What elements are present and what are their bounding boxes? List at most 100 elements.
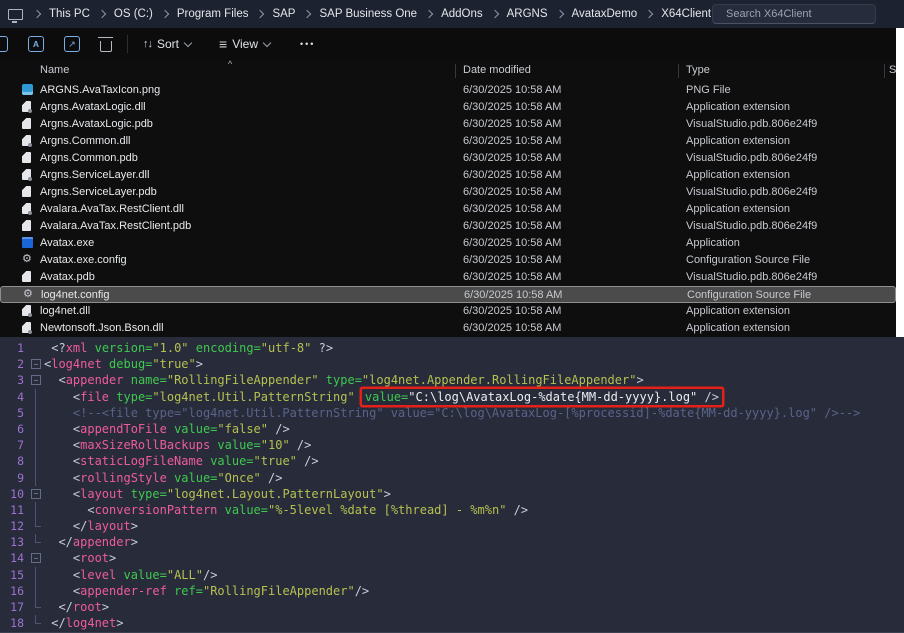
code-token: < (44, 503, 95, 517)
code-text: <log4net debug="true"> (44, 356, 203, 372)
code-token: > (102, 600, 109, 614)
file-date-modified: 6/30/2025 10:58 AM (463, 237, 561, 249)
fold-marker-line (28, 583, 44, 599)
file-row[interactable]: Newtonsoft.Json.Bson.dll6/30/2025 10:58 … (0, 320, 896, 337)
code-line: 17 </root> (0, 599, 904, 615)
breadcrumb-item-x64client[interactable]: X64Client (661, 8, 711, 20)
file-row[interactable]: Avatax.exe6/30/2025 10:58 AMApplication (0, 235, 896, 252)
file-date-modified: 6/30/2025 10:58 AM (463, 203, 561, 215)
column-separator (884, 64, 885, 78)
fold-marker-end (28, 599, 44, 615)
file-type: Configuration Source File (687, 289, 811, 301)
fold-marker-line (28, 421, 44, 437)
breadcrumb-item-avataxdemo[interactable]: AvataxDemo (572, 8, 638, 20)
search-input[interactable] (712, 4, 876, 24)
file-row[interactable]: Argns.ServiceLayer.dll6/30/2025 10:58 AM… (0, 167, 896, 184)
code-text: <level value="ALL"/> (44, 567, 217, 583)
code-token (319, 373, 326, 387)
file-name: Argns.Common.dll (40, 135, 130, 147)
file-name: Argns.ServiceLayer.pdb (40, 186, 157, 198)
rename-button[interactable]: A (21, 31, 51, 57)
code-token: > (131, 519, 138, 533)
code-token: "10" (261, 438, 290, 452)
file-row[interactable]: Argns.AvataxLogic.dll6/30/2025 10:58 AMA… (0, 99, 896, 116)
column-header-date[interactable]: Date modified (463, 64, 531, 76)
file-name: Avalara.AvaTax.RestClient.pdb (40, 220, 191, 232)
code-line: 6 <appendToFile value="false" /> (0, 421, 904, 437)
pdb-file-icon (22, 220, 31, 231)
file-type: VisualStudio.pdb.806e24f9 (686, 118, 817, 130)
dll-file-icon (22, 305, 31, 316)
file-row[interactable]: Argns.Common.dll6/30/2025 10:58 AMApplic… (0, 133, 896, 150)
view-button[interactable]: ≡ View (212, 31, 277, 57)
code-token (123, 373, 130, 387)
column-separator (678, 64, 679, 78)
code-text: </appender> (44, 534, 138, 550)
xml-comment: <!--<file type="log4net.Util.PatternStri… (44, 406, 860, 420)
image-file-icon (22, 84, 33, 95)
more-options-button[interactable]: ••• (287, 31, 322, 57)
breadcrumb-item-sap[interactable]: SAP (272, 8, 295, 20)
code-token: "utf-8" (261, 341, 312, 355)
dll-file-icon (22, 169, 31, 180)
code-text: <staticLogFileName value="true" /> (44, 453, 319, 469)
code-token: "1.0" (152, 341, 188, 355)
file-row[interactable]: Argns.AvataxLogic.pdb6/30/2025 10:58 AMV… (0, 116, 896, 133)
code-token: /> (261, 471, 283, 485)
code-token: > (109, 551, 116, 565)
code-token: "true" (254, 454, 297, 468)
file-row[interactable]: Argns.ServiceLayer.pdb 6/30/2025 10:58 AM… (0, 184, 896, 201)
line-number: 15 (0, 567, 28, 583)
code-text: <rollingStyle value="Once" /> (44, 470, 282, 486)
code-token: type= (326, 373, 362, 387)
fold-marker-line (28, 453, 44, 469)
command-toolbar: A ↗ ↑↓ Sort ≡ View ••• (0, 28, 896, 60)
code-token (102, 357, 109, 371)
column-header-name[interactable]: Name (40, 64, 69, 76)
file-row[interactable]: ⚙Avatax.exe.config6/30/2025 10:58 AMConf… (0, 252, 896, 269)
paste-button[interactable] (0, 31, 15, 57)
file-name: Avalara.AvaTax.RestClient.dll (40, 203, 184, 215)
code-token: > (196, 357, 203, 371)
code-token: appender (66, 373, 124, 387)
dll-file-icon (22, 203, 31, 214)
code-token: < (44, 568, 80, 582)
file-row[interactable]: ⚙log4net.config6/30/2025 10:58 AMConfigu… (0, 286, 896, 303)
file-row[interactable]: ARGNS.AvaTaxIcon.png6/30/2025 10:58 AMPN… (0, 82, 896, 99)
file-row[interactable]: Avalara.AvaTax.RestClient.pdb6/30/2025 1… (0, 218, 896, 235)
breadcrumb-item-os-c-[interactable]: OS (C:) (114, 8, 153, 20)
sort-caret-icon: ^ (228, 59, 232, 69)
code-token: "RollingFileAppender" (167, 373, 319, 387)
code-token: value= (174, 471, 217, 485)
file-row[interactable]: Avatax.pdb6/30/2025 10:58 AMVisualStudio… (0, 269, 896, 286)
column-header-size[interactable]: S (889, 64, 896, 76)
fold-gutter (28, 340, 44, 356)
code-token: appender-ref (80, 584, 167, 598)
line-number: 11 (0, 502, 28, 518)
breadcrumb-item-argns[interactable]: ARGNS (507, 8, 548, 20)
delete-button[interactable] (93, 31, 119, 57)
paste-icon (0, 36, 8, 52)
code-token: /> (290, 438, 312, 452)
code-text: <layout type="log4net.Layout.PatternLayo… (44, 486, 391, 502)
file-name: Argns.AvataxLogic.pdb (40, 118, 153, 130)
breadcrumb-item-addons[interactable]: AddOns (441, 8, 483, 20)
sort-button[interactable]: ↑↓ Sort (136, 31, 198, 57)
file-row[interactable]: Argns.Common.pdb6/30/2025 10:58 AMVisual… (0, 150, 896, 167)
share-button[interactable]: ↗ (57, 31, 87, 57)
chevron-right-icon (490, 10, 498, 18)
breadcrumb-item-this-pc[interactable]: This PC (49, 8, 90, 20)
file-row[interactable]: Avalara.AvaTax.RestClient.dll 6/30/2025 1… (0, 201, 896, 218)
code-token: /> (506, 503, 528, 517)
breadcrumb-item-sap-business-one[interactable]: SAP Business One (319, 8, 417, 20)
view-list-icon: ≡ (219, 36, 227, 52)
explorer-body: A ↗ ↑↓ Sort ≡ View ••• ^ (0, 28, 896, 337)
code-token: "false" (217, 422, 268, 436)
file-date-modified: 6/30/2025 10:58 AM (463, 186, 561, 198)
file-row[interactable]: log4net.dll6/30/2025 10:58 AMApplication… (0, 303, 896, 320)
breadcrumb-item-program-files[interactable]: Program Files (177, 8, 249, 20)
code-token: "C:\log\AvataxLog-%date{MM-dd-yyyy}.log" (408, 390, 697, 404)
column-header-type[interactable]: Type (686, 64, 710, 76)
code-text: <maxSizeRollBackups value="10" /> (44, 437, 311, 453)
code-token: "true" (152, 357, 195, 371)
